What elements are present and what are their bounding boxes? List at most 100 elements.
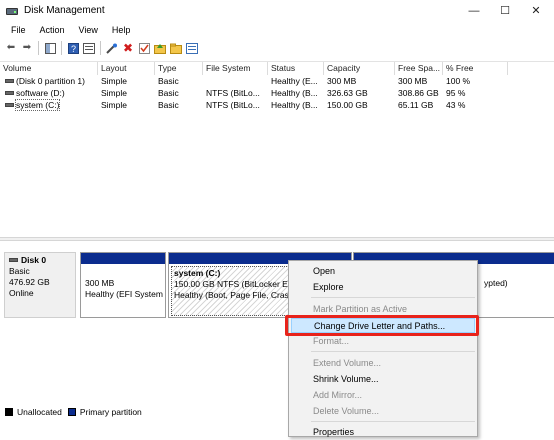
menu-format: Format... <box>313 336 350 346</box>
menu-separator <box>311 351 475 352</box>
legend-primary-partition: Primary partition <box>79 407 142 417</box>
col-empty <box>508 62 554 75</box>
layout-cell: Simple <box>101 76 127 86</box>
volume-name: (Disk 0 partition 1) <box>16 76 85 86</box>
properties-icon[interactable] <box>82 41 96 55</box>
col-volume[interactable]: Volume <box>0 62 98 75</box>
col-file-system[interactable]: File System <box>203 62 268 75</box>
free-space-cell: 300 MB <box>398 76 428 86</box>
capacity-cell: 300 MB <box>327 76 357 86</box>
folder-up-icon[interactable] <box>153 41 167 55</box>
primary-partition-bar <box>81 253 165 264</box>
menu-explore[interactable]: Explore <box>289 280 477 295</box>
menu-action[interactable]: Action <box>33 25 72 35</box>
status-cell: Healthy (E... <box>271 76 318 86</box>
menu-open[interactable]: Open <box>289 264 477 279</box>
col-capacity[interactable]: Capacity <box>324 62 395 75</box>
menu-mark-partition-active: Mark Partition as Active <box>313 304 408 314</box>
folder-icon[interactable] <box>169 41 183 55</box>
list-icon[interactable] <box>185 41 199 55</box>
status-cell: Healthy (B... <box>271 88 318 98</box>
menu-file[interactable]: File <box>4 25 33 35</box>
type-cell: Basic <box>158 88 179 98</box>
volume-list-header: Volume Layout Type File System Status Ca… <box>0 62 554 75</box>
partition-status: Healthy (EFI System <box>85 289 163 299</box>
col-percent-free[interactable]: % Free <box>443 62 508 75</box>
console-tree-icon[interactable] <box>43 41 57 55</box>
disk-status: Online <box>9 288 34 298</box>
volume-name-cell: software (D:) <box>2 87 98 99</box>
menu-view[interactable]: View <box>72 25 105 35</box>
volume-list: Volume Layout Type File System Status Ca… <box>0 61 554 237</box>
type-cell: Basic <box>158 100 179 110</box>
forward-arrow-icon[interactable]: ➡ <box>20 41 34 55</box>
col-layout[interactable]: Layout <box>98 62 155 75</box>
toolbar: ⬅ ➡ ? ✖ <box>0 39 554 57</box>
table-row[interactable]: system (C:) Simple Basic NTFS (BitLo... … <box>0 99 554 111</box>
menu-add-mirror: Add Mirror... <box>313 390 363 400</box>
volume-name: software (D:) <box>16 88 65 98</box>
disk-0-info[interactable]: Disk 0 Basic 476.92 GB Online <box>4 252 76 318</box>
layout-cell: Simple <box>101 88 127 98</box>
file-system-cell <box>203 75 268 87</box>
menu-change-drive-letter[interactable]: Change Drive Letter and Paths... <box>291 318 475 333</box>
window-title: Disk Management <box>24 5 105 16</box>
disk-name: Disk 0 <box>21 255 47 265</box>
check-icon[interactable] <box>137 41 151 55</box>
free-space-cell: 65.11 GB <box>398 100 434 110</box>
table-row[interactable]: (Disk 0 partition 1) Simple Basic Health… <box>0 75 554 87</box>
menu-separator <box>311 421 475 422</box>
close-button[interactable]: ✕ <box>522 0 550 21</box>
disk-type: Basic <box>9 266 30 276</box>
menu-properties[interactable]: Properties <box>289 425 477 440</box>
type-cell: Basic <box>158 76 179 86</box>
layout-cell: Simple <box>101 100 127 110</box>
delete-icon[interactable]: ✖ <box>121 41 135 55</box>
capacity-cell: 150.00 GB <box>327 100 368 110</box>
file-system-cell: NTFS (BitLo... <box>206 88 260 98</box>
volume-icon <box>5 90 14 95</box>
menu-delete-volume: Delete Volume... <box>313 406 380 416</box>
context-menu: Open Explore Mark Partition as Active Ch… <box>288 260 478 437</box>
maximize-button[interactable]: ☐ <box>491 0 519 21</box>
primary-partition-swatch <box>67 408 76 416</box>
menu-bar: File Action View Help <box>0 21 554 39</box>
percent-free-cell: 100 % <box>446 76 471 86</box>
partition-label <box>85 267 161 278</box>
toolbar-separator <box>61 41 62 55</box>
menu-extend-volume: Extend Volume... <box>313 358 382 368</box>
disk-icon <box>9 257 18 262</box>
table-row[interactable]: software (D:) Simple Basic NTFS (BitLo..… <box>0 87 554 99</box>
col-type[interactable]: Type <box>155 62 203 75</box>
menu-help[interactable]: Help <box>105 25 138 35</box>
partition-size: 300 MB <box>85 278 115 288</box>
menu-shrink-volume[interactable]: Shrink Volume... <box>289 372 477 387</box>
back-arrow-icon[interactable]: ⬅ <box>4 41 18 55</box>
volume-name-cell: system (C:) <box>2 99 98 111</box>
percent-free-cell: 43 % <box>446 100 466 110</box>
help-icon[interactable]: ? <box>66 41 80 55</box>
col-free-space[interactable]: Free Spa... <box>395 62 443 75</box>
volume-name-cell: (Disk 0 partition 1) <box>2 75 98 87</box>
connect-icon[interactable] <box>105 41 119 55</box>
disk-management-icon <box>6 5 18 17</box>
menu-separator <box>311 297 475 298</box>
minimize-button[interactable]: — <box>460 0 488 21</box>
status-cell: Healthy (B... <box>271 100 318 110</box>
volume-name: system (C:) <box>14 99 61 111</box>
free-space-cell: 308.86 GB <box>398 88 439 98</box>
svg-text:?: ? <box>71 44 76 54</box>
percent-free-cell: 95 % <box>446 88 466 98</box>
partition-efi[interactable]: 300 MB Healthy (EFI System <box>80 252 166 318</box>
toolbar-separator <box>100 41 101 55</box>
col-status[interactable]: Status <box>268 62 324 75</box>
file-system-cell: NTFS (BitLo... <box>206 100 260 110</box>
toolbar-separator <box>38 41 39 55</box>
volume-icon <box>5 78 14 83</box>
disk-size: 476.92 GB <box>9 277 50 287</box>
volume-icon <box>5 102 14 107</box>
legend: Unallocated Primary partition <box>5 406 142 418</box>
unallocated-swatch <box>5 408 13 416</box>
legend-unallocated: Unallocated <box>17 407 62 417</box>
capacity-cell: 326.63 GB <box>327 88 368 98</box>
